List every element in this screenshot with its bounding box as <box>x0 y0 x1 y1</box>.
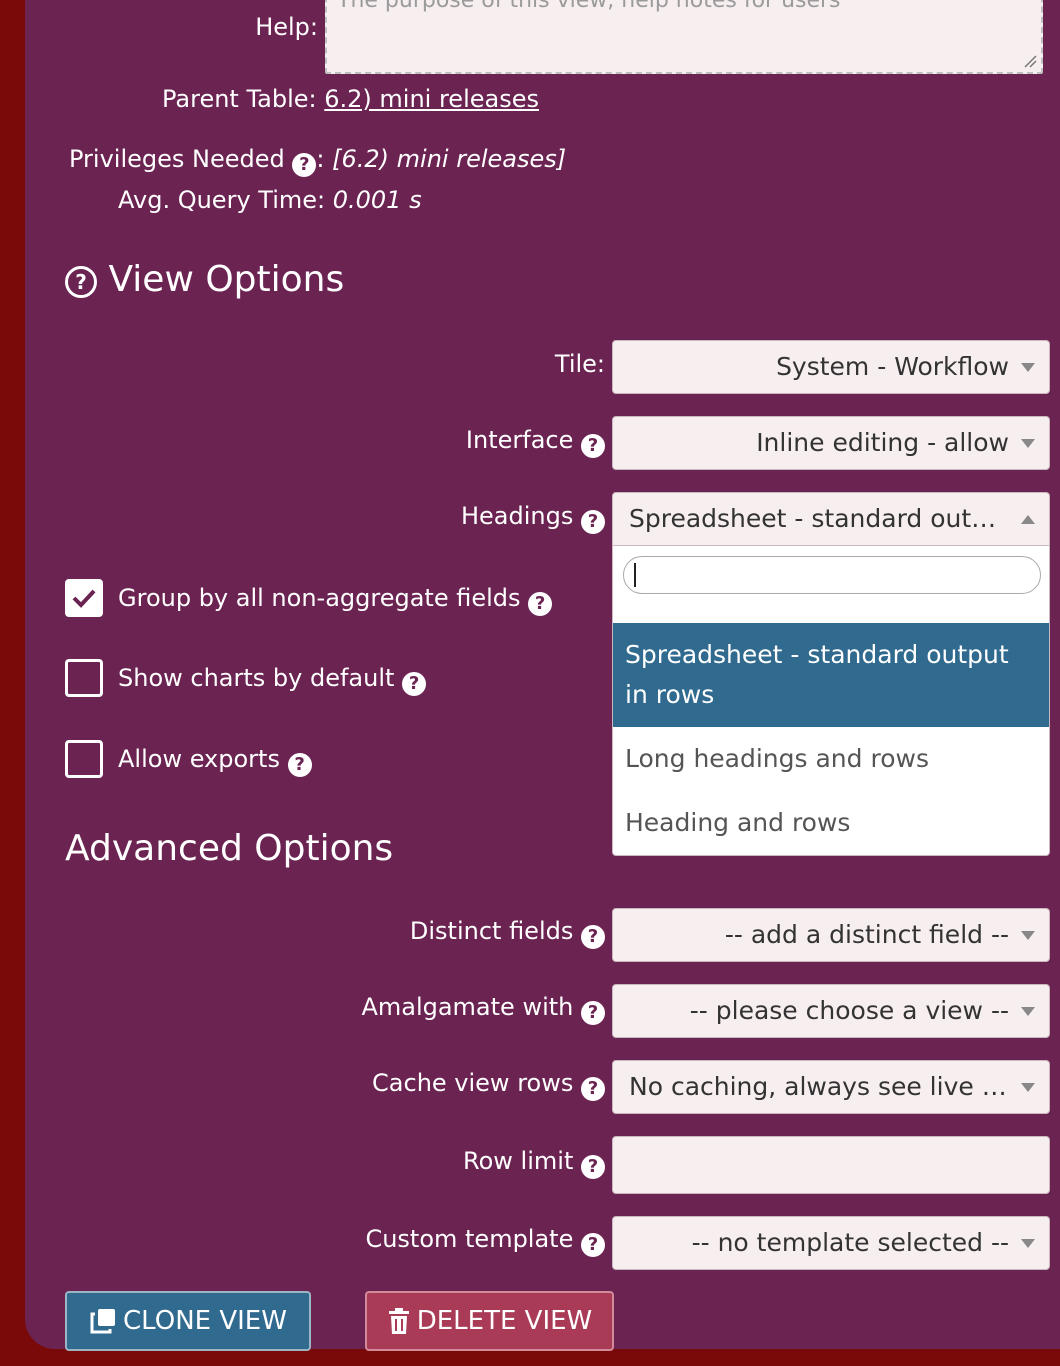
help-question-icon[interactable]: ? <box>287 753 312 777</box>
allow-exports-label: Allow exports <box>118 745 280 773</box>
interface-label: Interface <box>465 426 574 454</box>
help-question-icon[interactable]: ? <box>292 153 317 177</box>
delete-view-label: DELETE VIEW <box>416 1306 593 1336</box>
amalgamate-select[interactable]: -- please choose a view -- <box>612 984 1050 1038</box>
distinct-fields-select[interactable]: -- add a distinct field -- <box>612 908 1050 962</box>
checkmark-icon <box>72 589 96 608</box>
group-by-checkbox[interactable] <box>65 579 103 617</box>
view-options-title: View Options <box>108 259 345 300</box>
cache-select[interactable]: No caching, always see live d... <box>612 1060 1050 1114</box>
headings-option[interactable]: Spreadsheet - standard output in rows <box>613 623 1049 727</box>
custom-template-select[interactable]: -- no template selected -- <box>612 1216 1050 1270</box>
delete-view-button[interactable]: DELETE VIEW <box>365 1291 614 1351</box>
allow-exports-row: Allow exports ? <box>118 744 312 777</box>
privileges-separator: : <box>316 145 325 173</box>
row-limit-label: Row limit <box>463 1147 574 1175</box>
custom-template-label: Custom template <box>365 1225 574 1253</box>
help-question-icon[interactable]: ? <box>581 925 605 949</box>
query-time-value: 0.001 s <box>332 186 422 214</box>
headings-label: Headings <box>460 502 574 530</box>
help-question-icon[interactable]: ? <box>581 1077 605 1101</box>
headings-select[interactable]: Spreadsheet - standard outp... <box>612 492 1050 546</box>
privileges-label: Privileges Needed <box>69 145 285 173</box>
help-circle-icon: ? <box>65 266 97 298</box>
advanced-options-heading: Advanced Options <box>65 827 393 871</box>
help-question-icon[interactable]: ? <box>581 1001 605 1025</box>
amalgamate-label-row: Amalgamate with ? <box>300 992 605 1025</box>
custom-template-label-row: Custom template ? <box>300 1224 605 1257</box>
privileges-value: [6.2) mini releases] <box>332 145 567 173</box>
query-time-row: Avg. Query Time: 0.001 s <box>118 185 422 215</box>
show-charts-row: Show charts by default ? <box>118 663 427 696</box>
amalgamate-label: Amalgamate with <box>361 993 574 1021</box>
clone-view-button[interactable]: CLONE VIEW <box>65 1291 311 1351</box>
headings-label-row: Headings ? <box>300 501 605 534</box>
parent-table-link[interactable]: 6.2) mini releases <box>324 85 539 113</box>
interface-label-row: Interface ? <box>300 425 605 458</box>
tile-select[interactable]: System - Workflow <box>612 340 1050 394</box>
copy-icon <box>90 1309 116 1334</box>
distinct-fields-label: Distinct fields <box>409 917 574 945</box>
cache-label: Cache view rows <box>372 1069 574 1097</box>
chevron-down-icon <box>1021 1007 1035 1016</box>
cache-label-row: Cache view rows ? <box>300 1068 605 1101</box>
help-placeholder: The purpose of this view, help notes for… <box>337 0 841 13</box>
row-limit-input[interactable] <box>612 1136 1050 1194</box>
parent-table-label: Parent Table: <box>162 85 317 113</box>
parent-table-row: Parent Table: 6.2) mini releases <box>162 84 539 114</box>
headings-select-value: Spreadsheet - standard outp... <box>629 504 1009 533</box>
view-options-heading: ? View Options <box>65 258 344 302</box>
group-by-row: Group by all non-aggregate fields ? <box>118 583 553 616</box>
chevron-up-icon <box>1021 515 1035 524</box>
amalgamate-value: -- please choose a view -- <box>689 996 1009 1025</box>
help-question-icon[interactable]: ? <box>528 592 553 616</box>
distinct-fields-label-row: Distinct fields ? <box>300 916 605 949</box>
cache-value: No caching, always see live d... <box>629 1072 1009 1101</box>
allow-exports-checkbox[interactable] <box>65 740 103 778</box>
headings-option[interactable]: Heading and rows <box>613 803 1049 843</box>
chevron-down-icon <box>1021 1083 1035 1092</box>
help-question-icon[interactable]: ? <box>581 1155 605 1179</box>
help-question-icon[interactable]: ? <box>581 510 605 534</box>
headings-search-input[interactable] <box>623 556 1041 594</box>
chevron-down-icon <box>1021 363 1035 372</box>
show-charts-checkbox[interactable] <box>65 659 103 697</box>
custom-template-value: -- no template selected -- <box>691 1228 1009 1257</box>
chevron-down-icon <box>1021 439 1035 448</box>
row-limit-label-row: Row limit ? <box>300 1146 605 1179</box>
show-charts-label: Show charts by default <box>118 664 395 692</box>
help-label: Help: <box>255 13 318 41</box>
help-question-icon[interactable]: ? <box>581 434 605 458</box>
chevron-down-icon <box>1021 1239 1035 1248</box>
tile-select-value: System - Workflow <box>776 352 1009 381</box>
privileges-row: Privileges Needed ?: [6.2) mini releases… <box>69 144 566 177</box>
headings-dropdown: Spreadsheet - standard output in rows Lo… <box>612 546 1050 856</box>
group-by-label: Group by all non-aggregate fields <box>118 584 521 612</box>
trash-icon <box>388 1308 409 1334</box>
help-question-icon[interactable]: ? <box>581 1233 605 1257</box>
advanced-options-title: Advanced Options <box>65 828 394 869</box>
help-textarea[interactable]: The purpose of this view, help notes for… <box>325 0 1043 74</box>
distinct-fields-value: -- add a distinct field -- <box>724 920 1009 949</box>
chevron-down-icon <box>1021 931 1035 940</box>
resize-grip-icon[interactable] <box>1023 54 1037 68</box>
query-time-label: Avg. Query Time: <box>118 186 326 214</box>
headings-option[interactable]: Long headings and rows <box>613 739 1049 779</box>
clone-view-label: CLONE VIEW <box>123 1306 287 1336</box>
help-question-icon[interactable]: ? <box>402 672 427 696</box>
text-cursor <box>634 563 636 587</box>
interface-select-value: Inline editing - allow <box>756 428 1009 457</box>
tile-label: Tile: <box>554 350 605 378</box>
interface-select[interactable]: Inline editing - allow <box>612 416 1050 470</box>
